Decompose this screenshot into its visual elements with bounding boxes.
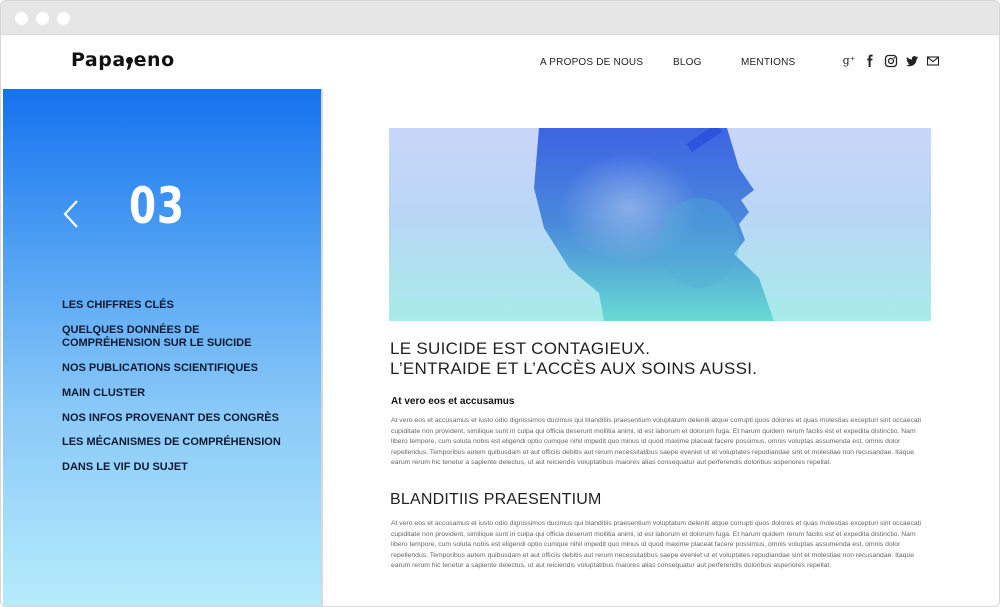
nav-link-mentions[interactable]: MENTIONS [741, 57, 795, 68]
section-number: 03 [129, 177, 185, 235]
facebook-icon[interactable] [863, 54, 877, 68]
google-plus-icon[interactable]: g⁺ [842, 54, 856, 68]
sidebar-item-publications[interactable]: NOS PUBLICATIONS SCIENTIFIQUES [62, 362, 258, 375]
nav-link-about[interactable]: A PROPOS DE NOUS [540, 57, 643, 68]
article-subtitle: At vero eos et accusamus [391, 396, 515, 407]
logo-comma-mark [125, 55, 134, 69]
article-paragraph-1: At vero eos et accusamus et iusto odio d… [391, 417, 922, 467]
mail-icon[interactable] [926, 54, 940, 68]
site-logo[interactable]: Papa eno [71, 49, 175, 71]
main-content: LE SUICIDE EST CONTAGIEUX. L’ENTRAIDE ET… [323, 89, 999, 606]
instagram-icon[interactable] [884, 54, 898, 68]
site-header: Papa eno A PROPOS DE NOUS BLOG MENTIONS g… [1, 35, 999, 89]
logo-text-right: eno [133, 49, 175, 71]
article-title-line-1: LE SUICIDE EST CONTAGIEUX. [390, 339, 651, 358]
article-title-line-2: L’ENTRAIDE ET L’ACCÈS AUX SOINS AUSSI. [390, 359, 758, 378]
article-paragraph-2: At vero eos et accusamus et iusto odio d… [391, 520, 922, 570]
article-heading-2: BLANDITIIS PRAESENTIUM [390, 491, 602, 508]
hero-image [389, 128, 931, 321]
article-title: LE SUICIDE EST CONTAGIEUX. L’ENTRAIDE ET… [390, 339, 757, 379]
sidebar-item-mecanismes[interactable]: LES MÉCANISMES DE COMPRÉHENSION [62, 436, 281, 449]
sidebar-item-vif-du-sujet[interactable]: DANS LE VIF DU SUJET [62, 461, 188, 474]
twitter-icon[interactable] [905, 54, 919, 68]
sidebar-item-main-cluster[interactable]: MAIN CLUSTER [62, 387, 145, 400]
chevron-left-icon[interactable] [61, 197, 85, 231]
nav-link-blog[interactable]: BLOG [673, 57, 702, 68]
sidebar-item-donnees-comprehension[interactable]: QUELQUES DONNÉES DE COMPRÉHENSION SUR LE… [62, 324, 292, 350]
sidebar: 03 LES CHIFFRES CLÉS QUELQUES DONNÉES DE… [3, 89, 323, 606]
sidebar-item-congres[interactable]: NOS INFOS PROVENANT DES CONGRÈS [62, 412, 279, 425]
browser-window: Papa eno A PROPOS DE NOUS BLOG MENTIONS g… [0, 0, 1000, 607]
window-maximize-dot[interactable] [57, 12, 70, 25]
window-titlebar [1, 1, 999, 35]
logo-text-left: Papa [71, 49, 126, 71]
window-close-dot[interactable] [15, 12, 28, 25]
window-minimize-dot[interactable] [36, 12, 49, 25]
sidebar-item-chiffres-cles[interactable]: LES CHIFFRES CLÉS [62, 299, 174, 312]
